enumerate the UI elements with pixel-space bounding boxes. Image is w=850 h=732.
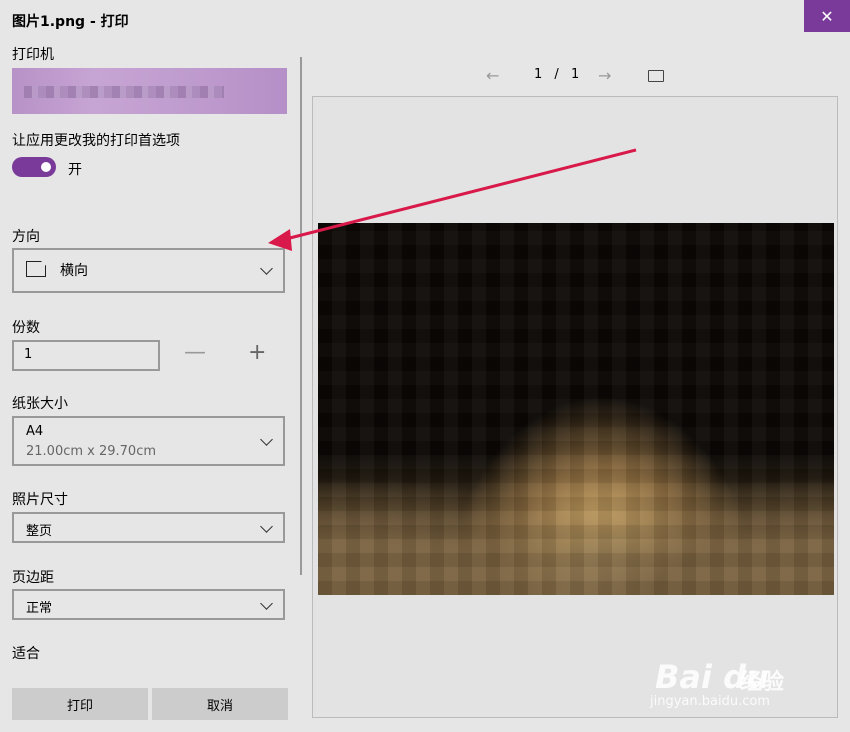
orientation-value: 横向 <box>60 263 88 279</box>
plus-icon[interactable]: + <box>248 340 266 365</box>
margins-label: 页边距 <box>12 570 54 586</box>
allow-app-label: 让应用更改我的打印首选项 <box>12 133 180 149</box>
cancel-button[interactable]: 取消 <box>152 688 288 720</box>
allow-app-toggle[interactable] <box>12 157 56 177</box>
fit-page-icon[interactable] <box>648 70 664 82</box>
close-button[interactable]: ✕ <box>804 0 850 32</box>
prev-page-icon[interactable]: ← <box>486 66 499 85</box>
close-icon: ✕ <box>820 6 834 26</box>
chevron-down-icon <box>260 597 273 610</box>
orientation-label: 方向 <box>12 229 40 245</box>
printer-name-redacted <box>24 86 224 98</box>
photo-size-value: 整页 <box>26 524 53 539</box>
printer-label: 打印机 <box>12 47 54 63</box>
page-orientation-icon <box>26 261 46 277</box>
total-pages: 1 <box>570 67 580 82</box>
margins-select[interactable]: 正常 <box>12 589 285 620</box>
preview-image <box>318 223 834 595</box>
window-title: 图片1.png - 打印 <box>12 14 129 30</box>
chevron-down-icon <box>260 520 273 533</box>
paper-size-label: 纸张大小 <box>12 396 68 412</box>
settings-scrollbar[interactable] <box>300 57 302 575</box>
print-button[interactable]: 打印 <box>12 688 148 720</box>
current-page: 1 <box>534 67 543 82</box>
toggle-knob <box>41 162 51 172</box>
copies-label: 份数 <box>12 320 40 336</box>
margins-value: 正常 <box>26 601 53 616</box>
fit-label: 适合 <box>12 646 40 662</box>
page-indicator: 1 / 1 <box>534 67 579 82</box>
chevron-down-icon <box>260 433 273 446</box>
orientation-select[interactable]: 横向 <box>12 248 285 293</box>
toggle-state-label: 开 <box>68 162 82 178</box>
paper-size-select[interactable]: A4 21.00cm x 29.70cm <box>12 416 285 466</box>
paper-size-value: A4 <box>26 424 44 439</box>
paper-size-detail: 21.00cm x 29.70cm <box>26 444 157 459</box>
printer-select[interactable] <box>12 68 287 114</box>
photo-size-select[interactable]: 整页 <box>12 512 285 543</box>
watermark-brand: 经验 <box>740 670 785 695</box>
minus-icon[interactable]: — <box>184 340 206 365</box>
next-page-icon[interactable]: → <box>598 66 611 85</box>
page-separator: / <box>554 67 559 82</box>
photo-size-label: 照片尺寸 <box>12 492 68 508</box>
copies-input[interactable]: 1 <box>12 340 160 371</box>
watermark-url: jingyan.baidu.com <box>650 694 770 709</box>
chevron-down-icon <box>260 262 273 275</box>
